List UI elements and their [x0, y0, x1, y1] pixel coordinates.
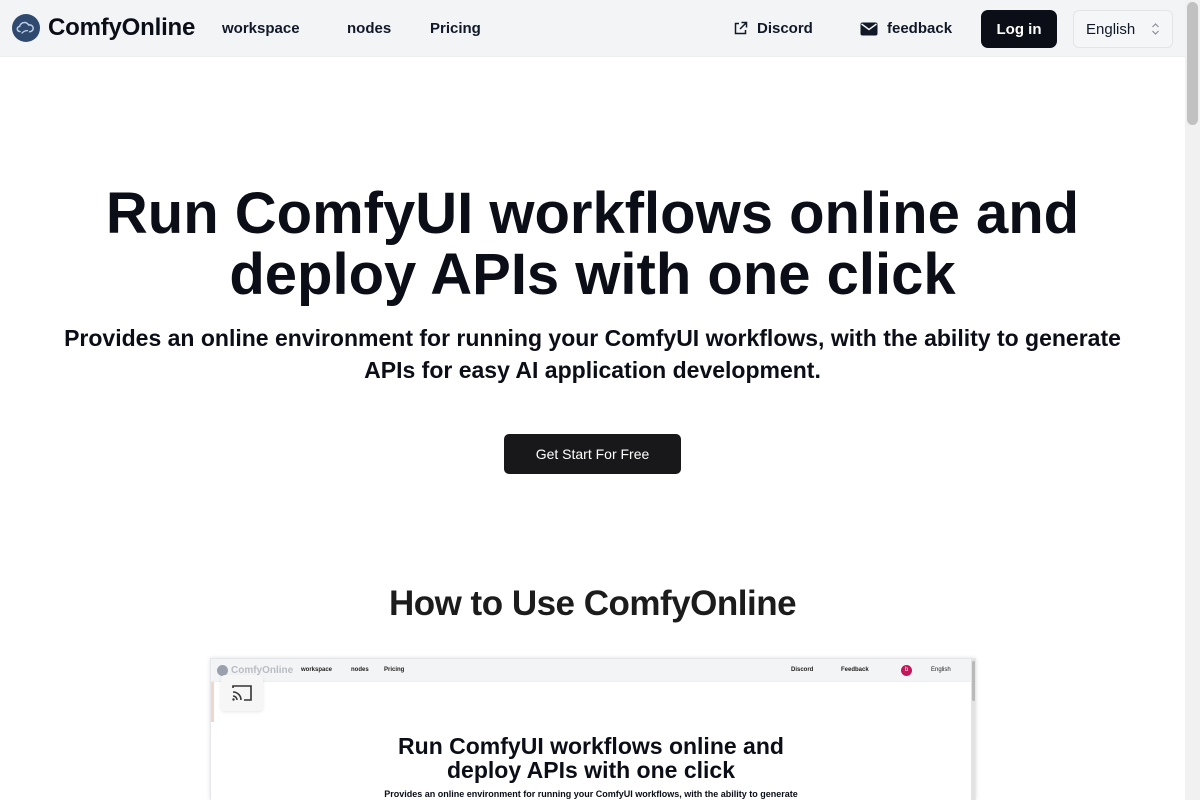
language-value: English: [1086, 20, 1136, 38]
login-button[interactable]: Log in: [981, 10, 1057, 48]
preview-language: English: [931, 667, 951, 673]
brand-home-link[interactable]: ComfyOnline: [12, 14, 195, 42]
scrollbar-thumb[interactable]: [1187, 2, 1198, 125]
hero-title-line2: deploy APIs with one click: [229, 242, 956, 307]
nav-pricing[interactable]: Pricing: [430, 20, 481, 37]
preview-hero-title: Run ComfyUI workflows online and deploy …: [211, 734, 971, 782]
hero-title-line1: Run ComfyUI workflows online and: [105, 181, 1080, 246]
preview-nav-workspace: workspace: [301, 667, 333, 673]
cast-icon: [232, 685, 252, 701]
hero-subtitle: Provides an online environment for runni…: [30, 322, 1155, 386]
hero-title: Run ComfyUI workflows online and deploy …: [0, 183, 1185, 305]
hero-subtitle-line1: Provides an online environment for runni…: [64, 325, 1121, 351]
feedback-link[interactable]: feedback: [860, 20, 952, 37]
preview-title-line2: deploy APIs with one click: [447, 757, 735, 783]
preview-edge-strip: [211, 682, 214, 722]
language-select[interactable]: English: [1073, 10, 1173, 48]
page-scrollbar[interactable]: [1185, 0, 1200, 800]
envelope-icon: [860, 22, 878, 35]
preview-discord: Discord: [791, 667, 814, 673]
preview-nav-pricing: Pricing: [384, 667, 405, 673]
feedback-label: feedback: [887, 20, 953, 37]
preview-scrollbar: [971, 659, 975, 800]
preview-scrollbar-thumb: [972, 661, 975, 701]
top-navbar: ComfyOnline workspace nodes Pricing Disc…: [0, 0, 1185, 57]
preview-feedback: Feedback: [841, 667, 869, 673]
nav-nodes[interactable]: nodes: [347, 20, 391, 37]
how-to-use-heading: How to Use ComfyOnline: [388, 584, 797, 623]
discord-label: Discord: [757, 20, 813, 37]
hero-subtitle-line2: APIs for easy AI application development…: [364, 357, 821, 383]
preview-cast-button[interactable]: [221, 675, 263, 711]
cloud-logo-icon: [12, 14, 40, 42]
preview-navbar: ComfyOnline workspace nodes Pricing Disc…: [211, 659, 971, 682]
nav-workspace[interactable]: workspace: [222, 20, 300, 37]
preview-hero-subtitle: Provides an online environment for runni…: [384, 789, 798, 799]
discord-link[interactable]: Discord: [733, 20, 813, 37]
preview-avatar: b: [901, 665, 912, 676]
preview-title-line1: Run ComfyUI workflows online and: [398, 733, 784, 759]
external-link-icon: [734, 21, 748, 35]
brand-name: ComfyOnline: [48, 14, 196, 41]
preview-nav-nodes: nodes: [351, 667, 369, 673]
demo-preview-frame[interactable]: ComfyOnline workspace nodes Pricing Disc…: [210, 658, 976, 800]
chevron-up-down-icon: [1152, 23, 1159, 35]
get-started-button[interactable]: Get Start For Free: [504, 434, 681, 474]
